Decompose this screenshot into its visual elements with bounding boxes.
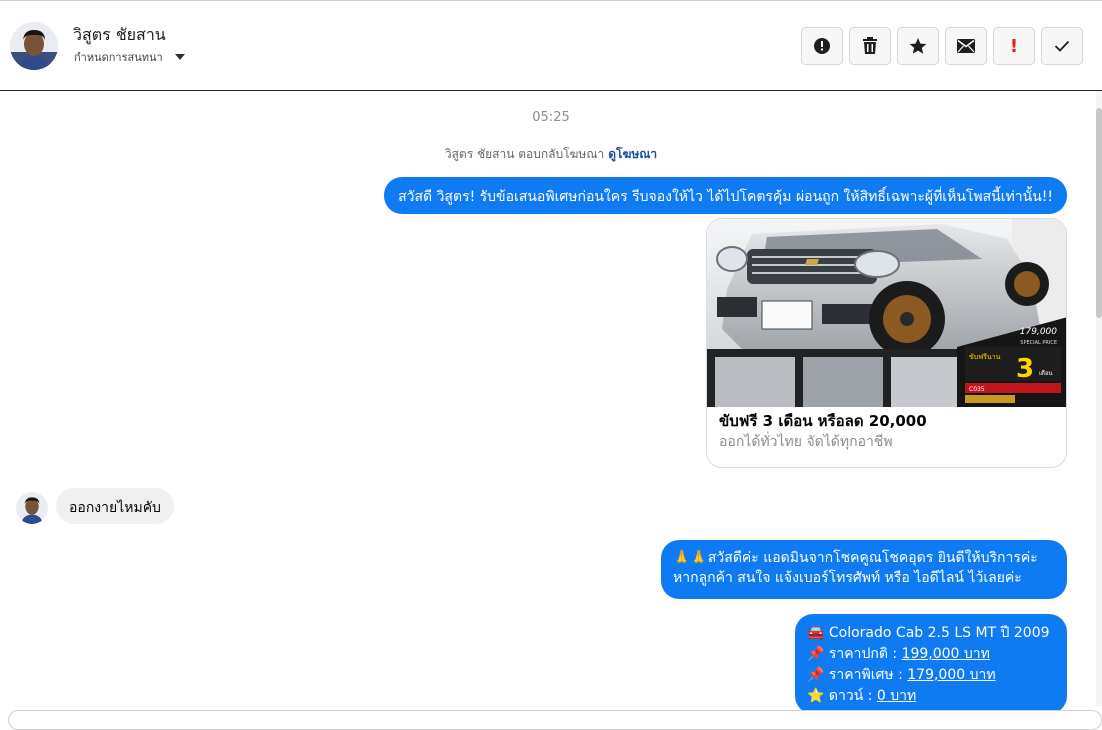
- star-icon: [909, 38, 927, 54]
- outgoing-message-greeting[interactable]: สวัสดี วิสูตร! รับข้อเสนอพิเศษก่อนใคร รี…: [384, 177, 1067, 214]
- mark-done-button[interactable]: [1041, 27, 1083, 65]
- exclamation-icon: !: [1009, 35, 1019, 57]
- contact-avatar[interactable]: [10, 22, 58, 70]
- message-text: ออกงายไหมคับ: [69, 500, 161, 516]
- star-button[interactable]: [897, 27, 939, 65]
- ad-image-big-number: 3: [1016, 354, 1034, 384]
- message-composer[interactable]: [8, 710, 1102, 730]
- down-payment-line: ⭐ ดาวน์ : 0 บาท: [807, 686, 1055, 707]
- special-price-line: 📌 ราคาพิเศษ : 179,000 บาท: [807, 665, 1055, 686]
- message-timestamp: 05:25: [532, 110, 570, 125]
- ad-card-subtitle: ออกได้ทั่วไทย จัดได้ทุกอาชีพ: [719, 434, 893, 450]
- ad-image-unit: เดือน: [1039, 369, 1053, 377]
- down-payment-label: ⭐ ดาวน์ :: [807, 688, 877, 704]
- mark-unread-button[interactable]: [945, 27, 987, 65]
- view-ad-link[interactable]: ดูโฆษณา: [608, 147, 657, 161]
- message-line: หากลูกค้า สนใจ แจ้งเบอร์โทรศัพท์ หรือ ไอ…: [673, 570, 1022, 586]
- incoming-message[interactable]: ออกงายไหมคับ: [56, 488, 174, 524]
- ad-reply-text: วิสูตร ชัยสาน ตอบกลับโฆษณา: [444, 147, 605, 161]
- mark-spam-button[interactable]: [801, 27, 843, 65]
- scrollbar-thumb[interactable]: [1096, 108, 1102, 318]
- alert-circle-icon: [814, 38, 830, 54]
- message-text: สวัสดี วิสูตร! รับข้อเสนอพิเศษก่อนใคร รี…: [398, 189, 1053, 205]
- outgoing-message-price-details[interactable]: 🚘 Colorado Cab 2.5 LS MT ปี 2009 📌 ราคาป…: [795, 614, 1067, 714]
- normal-price-line: 📌 ราคาปกติ : 199,000 บาท: [807, 644, 1055, 665]
- message-line: 🙏🙏สวัสดีค่ะ แอดมินจากโชคคูณโชคอุดร ยินดี…: [673, 550, 1038, 566]
- conversation-header: วิสูตร ชัยสาน กำหนดการสนทนา !: [0, 1, 1102, 91]
- normal-price-label: 📌 ราคาปกติ :: [807, 646, 902, 662]
- ad-image-code: C035: [969, 386, 985, 393]
- down-payment-value: 0 บาท: [876, 688, 917, 704]
- trash-icon: [863, 37, 877, 54]
- ad-image-price: 179,000: [1020, 327, 1057, 337]
- contact-avatar-small: [16, 492, 48, 524]
- ad-image-special-label: SPECIAL PRICE: [1020, 340, 1057, 346]
- ad-car-image: 179,000 SPECIAL PRICE ขับฟรีนาน 3 เดือน …: [707, 219, 1066, 407]
- contact-name: วิสูตร ชัยสาน: [73, 25, 166, 44]
- normal-price-value: 199,000 บาท: [901, 646, 990, 662]
- ad-reply-notice: วิสูตร ชัยสาน ตอบกลับโฆษณา ดูโฆษณา: [0, 145, 1102, 164]
- envelope-icon: [957, 39, 975, 53]
- special-price-value: 179,000 บาท: [907, 667, 996, 683]
- check-icon: [1054, 40, 1070, 52]
- car-model-line: 🚘 Colorado Cab 2.5 LS MT ปี 2009: [807, 625, 1050, 641]
- delete-button[interactable]: [849, 27, 891, 65]
- conversation-status-dropdown[interactable]: กำหนดการสนทนา: [74, 48, 185, 66]
- special-price-label: 📌 ราคาพิเศษ :: [807, 667, 908, 683]
- caret-down-icon: [174, 54, 185, 60]
- header-actions: !: [801, 27, 1083, 65]
- outgoing-message-admin-reply[interactable]: 🙏🙏สวัสดีค่ะ แอดมินจากโชคคูณโชคอุดร ยินดี…: [661, 540, 1067, 599]
- ad-image-free-label: ขับฟรีนาน: [969, 353, 1001, 361]
- conversation-status-label: กำหนดการสนทนา: [74, 51, 163, 64]
- ad-card[interactable]: 179,000 SPECIAL PRICE ขับฟรีนาน 3 เดือน …: [706, 218, 1067, 468]
- follow-up-button[interactable]: !: [993, 27, 1035, 65]
- ad-card-title: ขับฟรี 3 เดือน หรือลด 20,000: [719, 412, 927, 430]
